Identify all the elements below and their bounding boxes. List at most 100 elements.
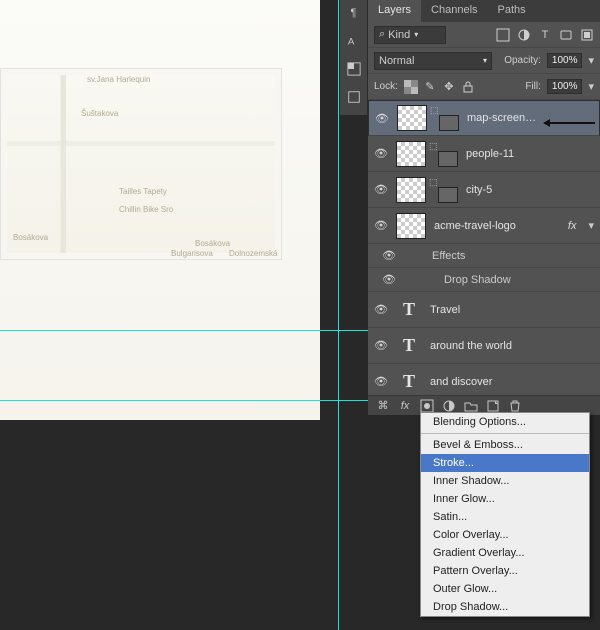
blend-row: Normal▾ Opacity: 100% ▾ [368, 48, 600, 74]
tab-channels[interactable]: Channels [421, 0, 487, 22]
layer-thumbs: ⬚ [397, 105, 459, 131]
layer-row[interactable]: 👁 T Travel [368, 292, 600, 328]
type-layer-icon: T [396, 369, 422, 395]
fx-context-menu: Blending Options... Bevel & Emboss... St… [420, 412, 590, 617]
layer-name[interactable]: map-screen… [467, 112, 536, 124]
filter-kind-select[interactable]: ⌕Kind▾ [374, 26, 446, 44]
map-label: Šuštakova [81, 109, 118, 118]
menu-item-inner-glow[interactable]: Inner Glow... [421, 490, 589, 508]
layer-row[interactable]: 👁 ⬚ people-11 [368, 136, 600, 172]
menu-item-gradient-overlay[interactable]: Gradient Overlay... [421, 544, 589, 562]
layers-panel: Layers Channels Paths ⌕Kind▾ T Normal▾ O… [368, 0, 600, 410]
layer-name[interactable]: Travel [430, 304, 460, 316]
chevron-down-icon: ▾ [483, 56, 487, 65]
visibility-icon[interactable]: 👁 [382, 273, 396, 286]
effect-item[interactable]: 👁 Drop Shadow [368, 268, 600, 292]
swatches-icon[interactable] [345, 60, 363, 78]
map-screenshot: sv.Jana Harlequin Šuštakova Tailles Tape… [0, 68, 282, 260]
filter-type-icon[interactable]: T [538, 28, 552, 42]
effect-name: Drop Shadow [444, 274, 511, 286]
new-layer-button[interactable] [486, 399, 500, 413]
visibility-icon[interactable]: 👁 [382, 249, 396, 262]
layer-name[interactable]: and discover [430, 376, 492, 388]
map-label: Chillin Bike Sro [119, 205, 173, 214]
document-page: sv.Jana Harlequin Šuštakova Tailles Tape… [0, 0, 320, 420]
menu-item-outer-glow[interactable]: Outer Glow... [421, 580, 589, 598]
fill-label: Fill: [525, 81, 541, 92]
tab-layers[interactable]: Layers [368, 0, 421, 22]
visibility-icon[interactable]: 👁 [374, 375, 388, 388]
type-layer-icon: T [396, 333, 422, 359]
chevron-down-icon[interactable]: ▾ [588, 219, 594, 232]
link-icon[interactable]: ⬚ [429, 177, 435, 203]
visibility-icon[interactable]: 👁 [374, 303, 388, 316]
delete-button[interactable] [508, 399, 522, 413]
svg-text:A: A [347, 37, 354, 48]
type-layer-icon: T [396, 297, 422, 323]
layer-row[interactable]: 👁 acme-travel-logo fx ▾ [368, 208, 600, 244]
fx-indicator[interactable]: fx [568, 220, 577, 232]
layer-name[interactable]: city-5 [466, 184, 492, 196]
layer-name[interactable]: acme-travel-logo [434, 220, 516, 232]
filter-pixel-icon[interactable] [496, 28, 510, 42]
lock-all-icon[interactable] [461, 80, 475, 94]
lock-trans-icon[interactable] [404, 80, 418, 94]
menu-item-bevel[interactable]: Bevel & Emboss... [421, 436, 589, 454]
canvas-area: sv.Jana Harlequin Šuštakova Tailles Tape… [0, 0, 340, 450]
mask-thumb[interactable] [439, 115, 459, 131]
menu-item-stroke[interactable]: Stroke... [421, 454, 589, 472]
guide-vertical[interactable] [338, 0, 339, 630]
layer-thumb[interactable] [396, 213, 426, 239]
menu-item-color-overlay[interactable]: Color Overlay... [421, 526, 589, 544]
character-icon[interactable]: A [345, 32, 363, 50]
paragraph-styles-icon[interactable]: ¶ [345, 4, 363, 22]
layer-row[interactable]: 👁 ⬚ map-screen… [368, 100, 600, 136]
annotation-arrow [545, 122, 595, 124]
layer-name[interactable]: around the world [430, 340, 512, 352]
layer-row[interactable]: 👁 T around the world [368, 328, 600, 364]
mask-button[interactable] [420, 399, 434, 413]
layer-thumb[interactable] [397, 105, 427, 131]
filter-shape-icon[interactable] [559, 28, 573, 42]
layer-row[interactable]: 👁 ⬚ city-5 [368, 172, 600, 208]
group-button[interactable] [464, 399, 478, 413]
menu-item-pattern-overlay[interactable]: Pattern Overlay... [421, 562, 589, 580]
chevron-down-icon[interactable]: ▾ [588, 54, 594, 67]
fill-value[interactable]: 100% [547, 79, 583, 94]
menu-item-inner-shadow[interactable]: Inner Shadow... [421, 472, 589, 490]
link-icon[interactable]: ⬚ [429, 141, 435, 167]
visibility-icon[interactable]: 👁 [374, 219, 388, 232]
mask-thumb[interactable] [438, 187, 458, 203]
layer-thumb[interactable] [396, 141, 426, 167]
lock-move-icon[interactable]: ✥ [442, 80, 456, 94]
layer-thumb[interactable] [396, 177, 426, 203]
mini-toolbar: ¶ A [340, 0, 368, 115]
filter-adjust-icon[interactable] [517, 28, 531, 42]
mask-thumb[interactable] [438, 151, 458, 167]
visibility-icon[interactable]: 👁 [375, 112, 389, 125]
visibility-icon[interactable]: 👁 [374, 183, 388, 196]
chevron-down-icon: ▾ [414, 30, 418, 39]
blend-mode-select[interactable]: Normal▾ [374, 52, 492, 70]
link-layers-icon[interactable]: ⌘ [376, 399, 390, 413]
styles-icon[interactable] [345, 88, 363, 106]
tab-paths[interactable]: Paths [488, 0, 536, 22]
search-icon: ⌕ [379, 28, 385, 41]
lock-brush-icon[interactable]: ✎ [423, 80, 437, 94]
filter-row: ⌕Kind▾ T [368, 22, 600, 48]
fx-button[interactable]: fx [398, 399, 412, 413]
adjustment-button[interactable] [442, 399, 456, 413]
menu-item-satin[interactable]: Satin... [421, 508, 589, 526]
link-icon[interactable]: ⬚ [430, 105, 436, 131]
menu-item-drop-shadow[interactable]: Drop Shadow... [421, 598, 589, 616]
visibility-icon[interactable]: 👁 [374, 339, 388, 352]
layers-list: 👁 ⬚ map-screen… 👁 ⬚ people-11 👁 ⬚ city-5… [368, 100, 600, 400]
layer-name[interactable]: people-11 [466, 148, 514, 160]
filter-smart-icon[interactable] [580, 28, 594, 42]
menu-item-blending[interactable]: Blending Options... [421, 413, 589, 431]
menu-separator [421, 433, 589, 434]
visibility-icon[interactable]: 👁 [374, 147, 388, 160]
effects-row[interactable]: 👁 Effects [368, 244, 600, 268]
chevron-down-icon[interactable]: ▾ [588, 80, 594, 93]
opacity-value[interactable]: 100% [547, 53, 583, 68]
